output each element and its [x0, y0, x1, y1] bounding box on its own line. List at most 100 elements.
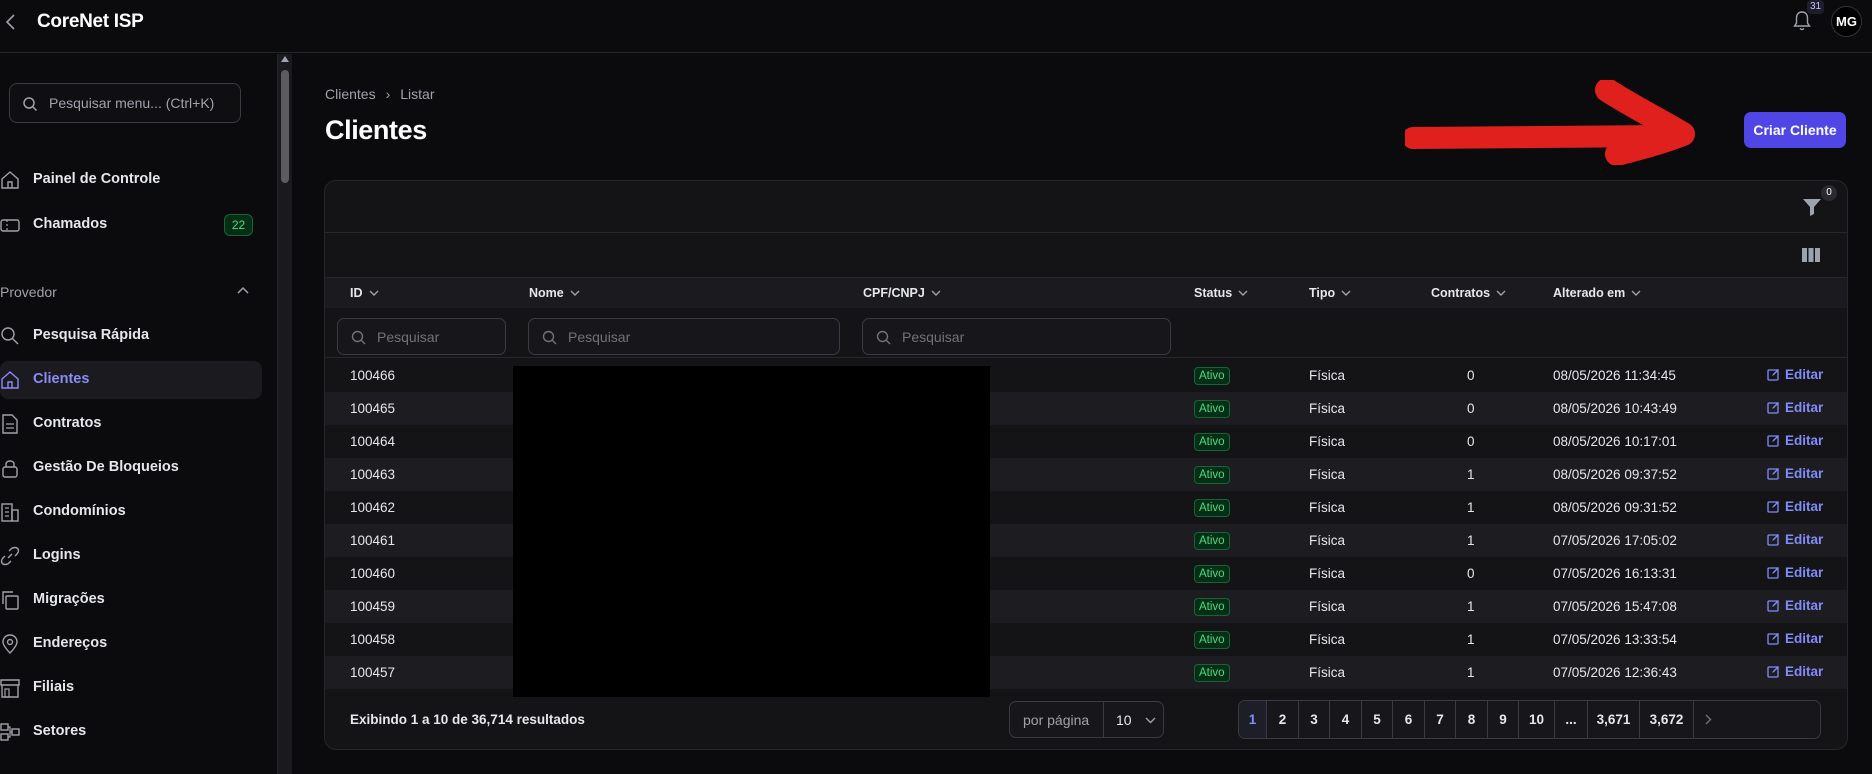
cell-id: 100465 [350, 401, 396, 416]
page-button[interactable]: 3 [1299, 701, 1330, 738]
edit-label: Editar [1785, 466, 1824, 481]
edit-link[interactable]: Editar [1767, 400, 1823, 415]
cell-contratos: 0 [1467, 401, 1475, 416]
sidebar-scrollbar[interactable] [278, 54, 292, 774]
sidebar-item-gestao-bloqueios[interactable]: Gestão De Bloqueios [0, 449, 262, 487]
breadcrumb-listar: Listar [400, 86, 435, 102]
menu-search-input[interactable]: Pesquisar menu... (Ctrl+K) [9, 83, 241, 123]
ticket-icon [0, 219, 20, 232]
avatar[interactable]: MG [1831, 6, 1862, 37]
divider [1103, 702, 1104, 737]
sidebar-item-migracoes[interactable]: Migrações [0, 581, 262, 619]
page-button[interactable]: 10 [1519, 701, 1555, 738]
per-page-select[interactable]: por página 10 [1009, 701, 1164, 738]
sidebar-item-logins[interactable]: Logins [0, 537, 262, 575]
edit-link[interactable]: Editar [1767, 433, 1823, 448]
link-icon [0, 546, 20, 566]
cell-tipo: Física [1309, 599, 1346, 614]
status-badge: Ativo [1194, 367, 1230, 385]
column-header-cpf-cnpj[interactable]: CPF/CNPJ [863, 286, 941, 300]
cell-alterado-em: 08/05/2026 11:34:45 [1553, 368, 1676, 383]
create-client-button[interactable]: Criar Cliente [1744, 112, 1846, 148]
page-button[interactable]: 7 [1425, 701, 1456, 738]
table-header: ID Nome CPF/CNPJ Status Tipo Contratos A… [325, 278, 1847, 308]
nome-filter-input[interactable] [568, 319, 833, 354]
page-button[interactable]: 1 [1239, 701, 1267, 738]
sidebar-item-chamados[interactable]: Chamados 22 [0, 206, 262, 244]
column-header-id[interactable]: ID [350, 286, 379, 300]
columns-icon[interactable] [1801, 246, 1821, 264]
next-page-button[interactable] [1694, 701, 1723, 738]
page-button[interactable]: 3,672 [1640, 701, 1694, 738]
page-button[interactable]: 9 [1488, 701, 1519, 738]
edit-link[interactable]: Editar [1767, 367, 1823, 382]
sidebar-item-filiais[interactable]: Filiais [0, 669, 262, 707]
edit-link[interactable]: Editar [1767, 499, 1823, 514]
column-label: Nome [529, 286, 564, 300]
edit-icon [1767, 435, 1779, 447]
sidebar-item-pesquisa-rapida[interactable]: Pesquisa Rápida [0, 317, 262, 355]
column-label: Tipo [1309, 286, 1336, 300]
filter-icon[interactable] [1801, 196, 1823, 218]
edit-link[interactable]: Editar [1767, 598, 1823, 613]
notification-badge: 31 [1807, 0, 1824, 14]
edit-link[interactable]: Editar [1767, 466, 1823, 481]
sidebar-item-setores[interactable]: Setores [0, 713, 262, 751]
sidebar-item-label: Condomínios [33, 503, 126, 519]
scroll-thumb[interactable] [281, 70, 289, 183]
edit-label: Editar [1785, 598, 1824, 613]
edit-link[interactable]: Editar [1767, 631, 1823, 646]
cell-id: 100460 [350, 566, 396, 581]
edit-icon [1767, 369, 1779, 381]
id-filter-input[interactable] [377, 319, 499, 354]
cpf-cnpj-filter-input[interactable] [902, 319, 1164, 354]
copy-icon [2, 591, 19, 610]
page-button[interactable]: 5 [1362, 701, 1393, 738]
menu-search-placeholder: Pesquisar menu... (Ctrl+K) [49, 95, 215, 111]
column-header-contratos[interactable]: Contratos [1431, 286, 1506, 300]
status-badge: Ativo [1194, 532, 1230, 550]
back-icon[interactable] [2, 12, 22, 32]
page-button[interactable]: 4 [1330, 701, 1362, 738]
page-button[interactable]: 3,671 [1588, 701, 1640, 738]
cell-alterado-em: 08/05/2026 10:17:01 [1553, 434, 1677, 449]
page-button[interactable]: 8 [1456, 701, 1488, 738]
status-badge: Ativo [1194, 598, 1230, 616]
cell-tipo: Física [1309, 434, 1346, 449]
cell-contratos: 0 [1467, 434, 1475, 449]
page-button[interactable]: 2 [1267, 701, 1299, 738]
sidebar-item-painel[interactable]: Painel de Controle [0, 161, 262, 199]
scroll-up-arrow[interactable] [281, 56, 289, 62]
sidebar-item-condominios[interactable]: Condomínios [0, 493, 262, 531]
cell-contratos: 1 [1467, 533, 1475, 548]
chevron-up-icon[interactable] [236, 285, 250, 295]
column-header-tipo[interactable]: Tipo [1309, 286, 1351, 300]
edit-link[interactable]: Editar [1767, 532, 1823, 547]
id-filter-field[interactable] [337, 318, 506, 355]
cell-tipo: Física [1309, 632, 1346, 647]
edit-label: Editar [1785, 367, 1824, 382]
edit-link[interactable]: Editar [1767, 565, 1823, 580]
document-icon [2, 414, 18, 434]
nome-filter-field[interactable] [528, 318, 840, 355]
sidebar-item-label: Migrações [33, 591, 105, 607]
cell-contratos: 1 [1467, 599, 1475, 614]
column-label: CPF/CNPJ [863, 286, 925, 300]
sidebar-item-clientes[interactable]: Clientes [0, 361, 262, 399]
page-button[interactable]: 6 [1393, 701, 1425, 738]
table-toolbar: 0 [325, 181, 1847, 233]
sidebar-item-enderecos[interactable]: Endereços [0, 625, 262, 663]
breadcrumb-clientes[interactable]: Clientes [325, 86, 376, 102]
cell-alterado-em: 07/05/2026 16:13:31 [1553, 566, 1677, 581]
cpf-cnpj-filter-field[interactable] [862, 318, 1171, 355]
edit-link[interactable]: Editar [1767, 664, 1823, 679]
red-arrow-annotation [1405, 80, 1695, 165]
column-header-status[interactable]: Status [1194, 286, 1248, 300]
search-icon [876, 330, 891, 345]
column-header-nome[interactable]: Nome [529, 286, 580, 300]
cell-tipo: Física [1309, 500, 1346, 515]
cell-contratos: 1 [1467, 500, 1475, 515]
column-header-alterado-em[interactable]: Alterado em [1553, 286, 1641, 300]
cell-contratos: 1 [1467, 632, 1475, 647]
sidebar-item-contratos[interactable]: Contratos [0, 405, 262, 443]
